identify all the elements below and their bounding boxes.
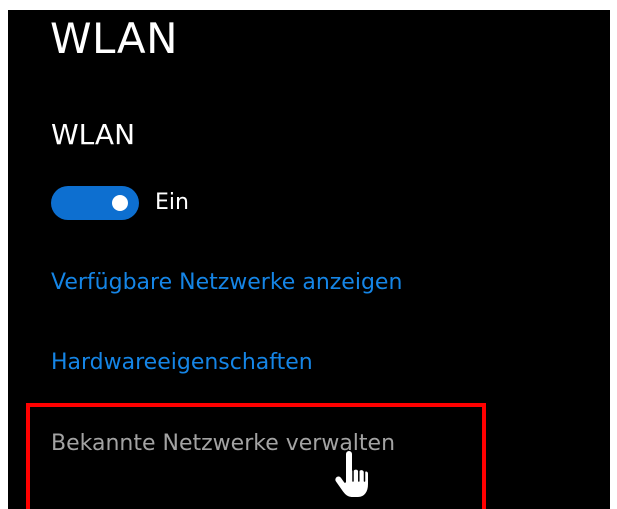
- hand-pointer-icon: [333, 450, 370, 499]
- wlan-section-title: WLAN: [51, 118, 136, 151]
- available-networks-link[interactable]: Verfügbare Netzwerke anzeigen: [51, 270, 402, 296]
- wlan-settings-panel: WLAN WLAN Ein Verfügbare Netzwerke anzei…: [8, 10, 610, 509]
- hardware-properties-link[interactable]: Hardwareeigenschaften: [51, 350, 313, 376]
- toggle-knob: [112, 195, 128, 211]
- wlan-toggle-row: Ein: [51, 186, 189, 220]
- highlight-box: [26, 403, 486, 509]
- toggle-state-label: Ein: [155, 190, 189, 215]
- wlan-toggle-switch[interactable]: [51, 186, 139, 220]
- page-title: WLAN: [50, 14, 179, 63]
